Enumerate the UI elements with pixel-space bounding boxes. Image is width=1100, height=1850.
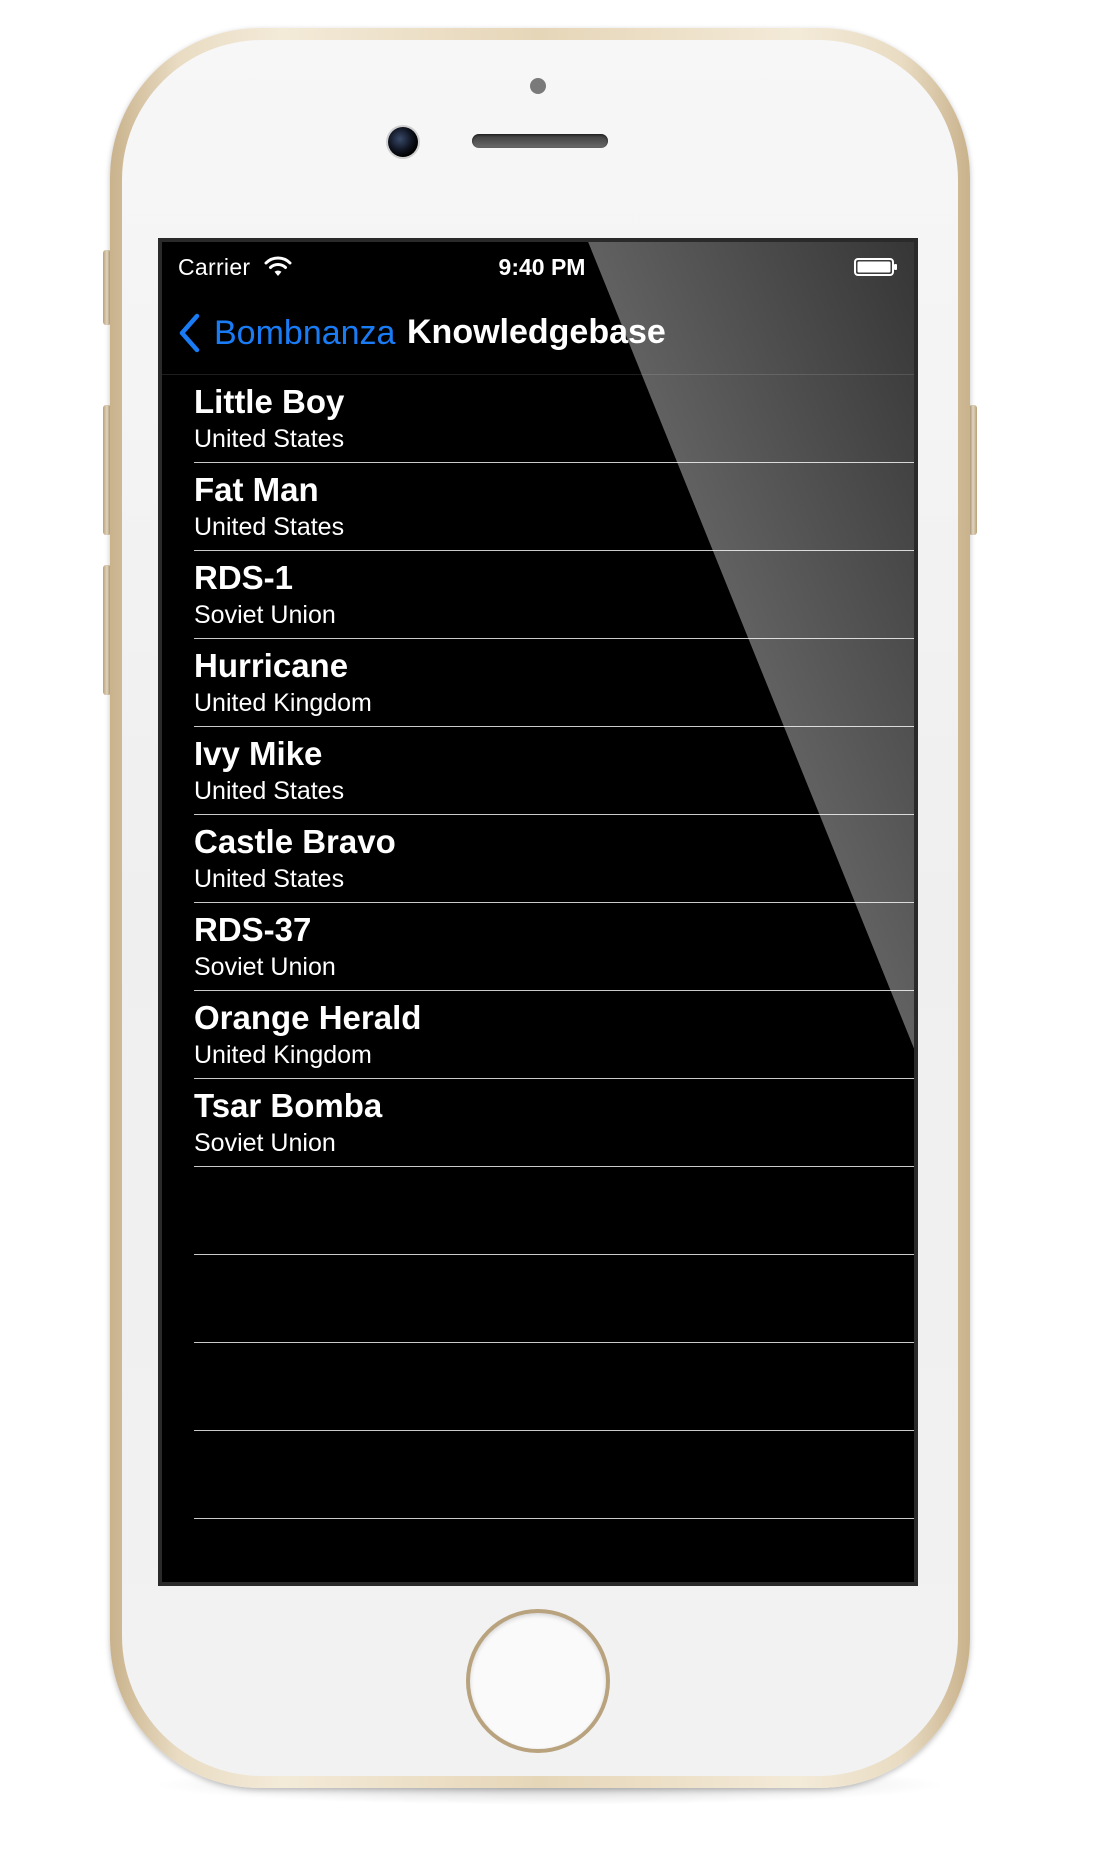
front-camera-icon [388,127,418,157]
page-title: Knowledgebase [407,313,666,351]
list-item[interactable]: RDS-37 Soviet Union [162,903,914,991]
item-country: Soviet Union [194,953,336,981]
list-item[interactable]: RDS-1 Soviet Union [162,551,914,639]
list-item[interactable]: Little Boy United States [162,375,914,463]
item-name: RDS-1 [194,559,294,596]
item-country: United Kingdom [194,1041,372,1069]
item-name: Tsar Bomba [194,1087,383,1124]
item-name: Castle Bravo [194,823,396,860]
item-country: United States [194,865,345,893]
earpiece-speaker [472,134,608,148]
back-button[interactable]: Bombnanza [178,310,395,356]
item-name: RDS-37 [194,911,312,948]
empty-row [162,1343,914,1431]
list-item[interactable]: Tsar Bomba Soviet Union [162,1079,914,1167]
power-button [969,405,977,535]
wifi-icon [264,256,292,276]
item-name: Ivy Mike [194,735,323,772]
back-button-label: Bombnanza [214,313,396,352]
carrier-label: Carrier [178,254,251,280]
item-country: Soviet Union [194,1129,336,1157]
proximity-sensor [530,78,546,94]
item-country: United States [194,513,345,541]
item-country: United States [194,425,345,453]
item-name: Little Boy [194,383,345,420]
battery-icon [854,258,897,276]
list-item[interactable]: Fat Man United States [162,463,914,551]
phone-screen: Carrier 9:40 PM Bombnanza Knowledgebase [158,238,918,1586]
list-item[interactable]: Ivy Mike United States [162,727,914,815]
chevron-left-icon [179,313,200,353]
item-country: Soviet Union [194,601,336,629]
navigation-bar: Bombnanza Knowledgebase [162,292,914,375]
item-name: Fat Man [194,471,319,508]
item-name: Orange Herald [194,999,422,1036]
list-item[interactable]: Hurricane United Kingdom [162,639,914,727]
empty-row [162,1255,914,1343]
empty-row [162,1167,914,1255]
item-name: Hurricane [194,647,349,684]
bomb-list: Little Boy United States Fat Man United … [162,375,914,1582]
item-country: United States [194,777,345,805]
item-country: United Kingdom [194,689,372,717]
status-bar: Carrier 9:40 PM [162,242,914,292]
list-item[interactable]: Castle Bravo United States [162,815,914,903]
empty-row [162,1519,914,1582]
status-time: 9:40 PM [498,254,586,280]
list-item[interactable]: Orange Herald United Kingdom [162,991,914,1079]
page: Carrier 9:40 PM Bombnanza Knowledgebase [0,0,1100,1850]
empty-row [162,1431,914,1519]
home-button[interactable] [470,1613,606,1749]
